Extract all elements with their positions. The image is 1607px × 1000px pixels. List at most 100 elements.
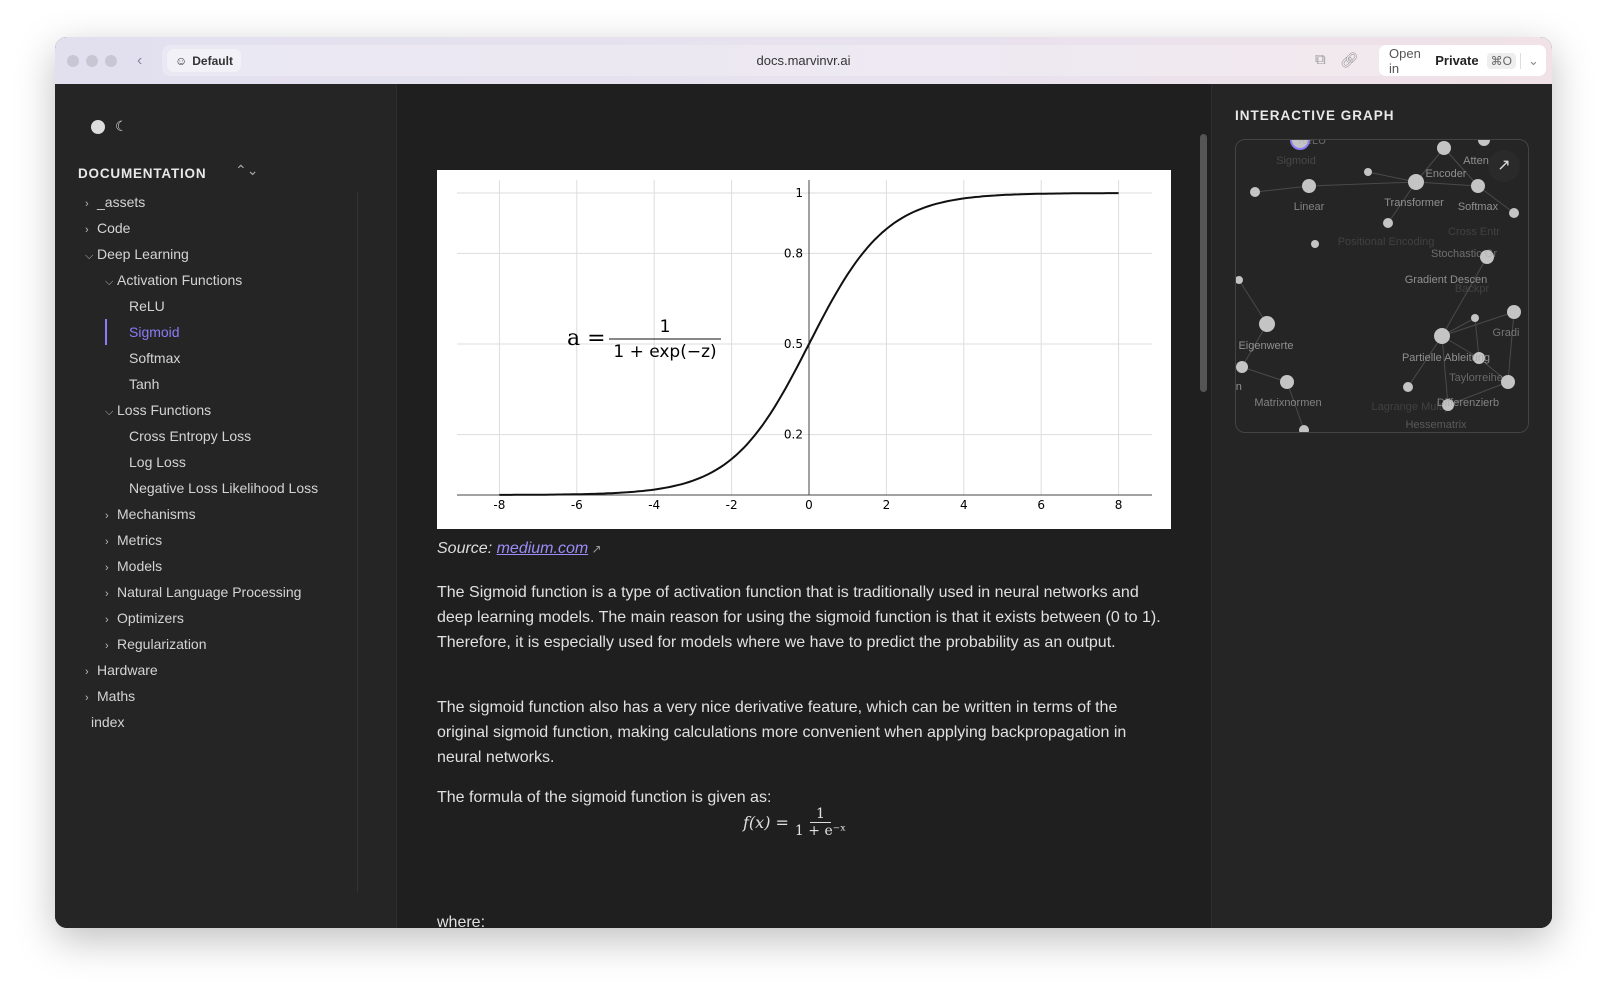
graph-node[interactable] [1280, 375, 1294, 389]
x-tick-label: 2 [883, 498, 891, 512]
graph-node[interactable] [1471, 314, 1479, 322]
open-in-private-button[interactable]: Open in Private ⌘O ⌄ [1379, 45, 1546, 76]
graph-node[interactable] [1302, 179, 1316, 193]
graph-node-label: Softmax [1458, 201, 1499, 213]
sigmoid-formula: f(x) = 1 1 + e⁻ˣ [743, 806, 847, 839]
sidebar-item[interactable]: › Metrics [85, 527, 365, 553]
sidebar-item-label: Hardware [97, 662, 158, 678]
y-tick-label: 1 [795, 186, 803, 200]
graph-node[interactable] [1311, 240, 1319, 248]
sigmoid-figure: -8 -6 -4 -2 0 2 4 6 8 0.2 0.5 0.8 1 a = 1 1 + exp(−z) [437, 170, 1171, 529]
graph-node[interactable] [1434, 328, 1450, 344]
sidebar-item[interactable]: ReLU [85, 293, 365, 319]
sidebar-item-label: Negative Loss Likelihood Loss [129, 480, 319, 496]
source-link[interactable]: medium.com [497, 540, 589, 557]
graph-node[interactable] [1471, 179, 1485, 193]
graph-heading: INTERACTIVE GRAPH [1235, 108, 1395, 123]
sidebar-item[interactable]: Sigmoid [105, 319, 365, 345]
sidebar-item[interactable]: › Natural Language Processing [85, 579, 365, 605]
sidebar-item-label: Loss Functions [117, 402, 212, 418]
chevron-right-icon: › [85, 666, 89, 678]
graph-node[interactable] [1236, 361, 1248, 373]
graph-node-label: Stochastic Gr [1431, 248, 1497, 260]
y-tick-label: 0.2 [784, 428, 803, 442]
graph-node-label: Positional Encoding [1338, 236, 1435, 248]
sidebar-item-label: Tanh [129, 376, 160, 392]
theme-toggle[interactable]: ☾ [91, 118, 128, 135]
graph-node[interactable] [1299, 425, 1309, 433]
chevron-down-icon[interactable]: ⌄ [1519, 52, 1546, 69]
sidebar-item[interactable]: › Regularization [85, 631, 365, 657]
main-scrollbar[interactable] [1198, 134, 1210, 928]
graph-edge [1254, 185, 1310, 193]
graph-node[interactable] [1236, 276, 1243, 284]
sigmoid-plot: -8 -6 -4 -2 0 2 4 6 8 0.2 0.5 0.8 1 a = 1 1 + exp(−z) [457, 180, 1152, 512]
extension-icon[interactable]: ⧉ [1315, 51, 1326, 69]
sidebar-item[interactable]: Log Loss [85, 449, 365, 475]
graph-node-label: Taylorreihe [1449, 372, 1503, 384]
x-tick-label: -8 [493, 498, 505, 512]
graph-node[interactable] [1383, 218, 1393, 228]
sidebar-item[interactable]: ⌵ Deep Learning [85, 241, 365, 267]
graph-node[interactable] [1501, 375, 1515, 389]
sidebar-item[interactable]: › Optimizers [85, 605, 365, 631]
expand-collapse-icon[interactable]: ⌃⌄ [235, 162, 258, 179]
link-icon[interactable]: 🔗︎ [1340, 51, 1359, 69]
sidebar-item-label: Maths [97, 688, 136, 704]
profile-button[interactable]: ☺ Default [167, 49, 241, 72]
graph-node-label: Encoder [1426, 168, 1467, 180]
sidebar-item[interactable]: › Hardware [85, 657, 365, 683]
graph-canvas[interactable]: ReLU Sigmoid Linear Transformer EncoderAtten… [1236, 140, 1529, 433]
sidebar-item[interactable]: › Maths [85, 683, 365, 709]
sidebar-item[interactable]: › Models [85, 553, 365, 579]
graph-node-label: Atten [1463, 155, 1489, 167]
graph-edge [1241, 366, 1288, 383]
figure-formula-numerator: 1 [660, 317, 671, 337]
graph-node-label: Gradi [1493, 327, 1520, 339]
sidebar-item[interactable]: Cross Entropy Loss [85, 423, 365, 449]
y-tick-label: 0.5 [784, 337, 803, 351]
graph-node[interactable] [1478, 140, 1490, 146]
graph-node[interactable] [1259, 316, 1275, 332]
graph-node[interactable] [1507, 305, 1521, 319]
address-bar[interactable] [162, 45, 1387, 76]
paragraph: The sigmoid function also has a very nic… [437, 699, 1127, 766]
source-caption: Source: medium.com ↗ [437, 540, 602, 557]
graph-edge [1443, 147, 1479, 187]
light-mode-icon[interactable] [91, 119, 105, 134]
graph-node-label: Linear [1294, 201, 1325, 213]
graph-node[interactable] [1509, 208, 1519, 218]
graph-node-label: Eigenwerte [1238, 340, 1293, 352]
chevron-right-icon: › [85, 692, 89, 704]
sidebar-scrollbar[interactable] [357, 192, 369, 892]
sidebar-item-label: Code [97, 220, 131, 236]
chevron-right-icon: › [105, 614, 109, 626]
sidebar-item[interactable]: ⌵ Activation Functions [85, 267, 365, 293]
sidebar-item[interactable]: › _assets [85, 189, 365, 215]
sidebar-item[interactable]: Softmax [85, 345, 365, 371]
back-icon[interactable]: ‹ [137, 52, 142, 70]
chevron-right-icon: › [85, 198, 89, 210]
sidebar-item-label: Models [117, 558, 163, 574]
graph-node[interactable] [1408, 174, 1424, 190]
window-controls[interactable] [67, 54, 117, 67]
paragraph: The Sigmoid function is a type of activa… [437, 584, 1161, 651]
graph-node[interactable] [1437, 141, 1451, 155]
sidebar-item[interactable]: Negative Loss Likelihood Loss [85, 475, 365, 501]
sidebar-item[interactable]: ⌵ Loss Functions [85, 397, 365, 423]
graph-node[interactable] [1250, 187, 1260, 197]
chevron-down-icon: ⌵ [85, 250, 94, 262]
graph-node[interactable] [1364, 168, 1372, 176]
graph-edge [1507, 311, 1515, 383]
x-tick-label: -2 [726, 498, 738, 512]
sidebar-item[interactable]: › Mechanisms [85, 501, 365, 527]
moon-icon[interactable]: ☾ [115, 118, 128, 135]
interactive-graph[interactable]: ReLU Sigmoid Linear Transformer Encoder Atten… [1235, 139, 1529, 433]
sidebar-item-label: index [91, 714, 125, 730]
expand-icon[interactable]: ↗ [1488, 150, 1520, 182]
sidebar-item[interactable]: › Code [85, 215, 365, 241]
sidebar-item-label: Regularization [117, 636, 207, 652]
graph-node[interactable] [1403, 382, 1413, 392]
sidebar-item[interactable]: index [85, 709, 365, 735]
sidebar-item[interactable]: Tanh [85, 371, 365, 397]
